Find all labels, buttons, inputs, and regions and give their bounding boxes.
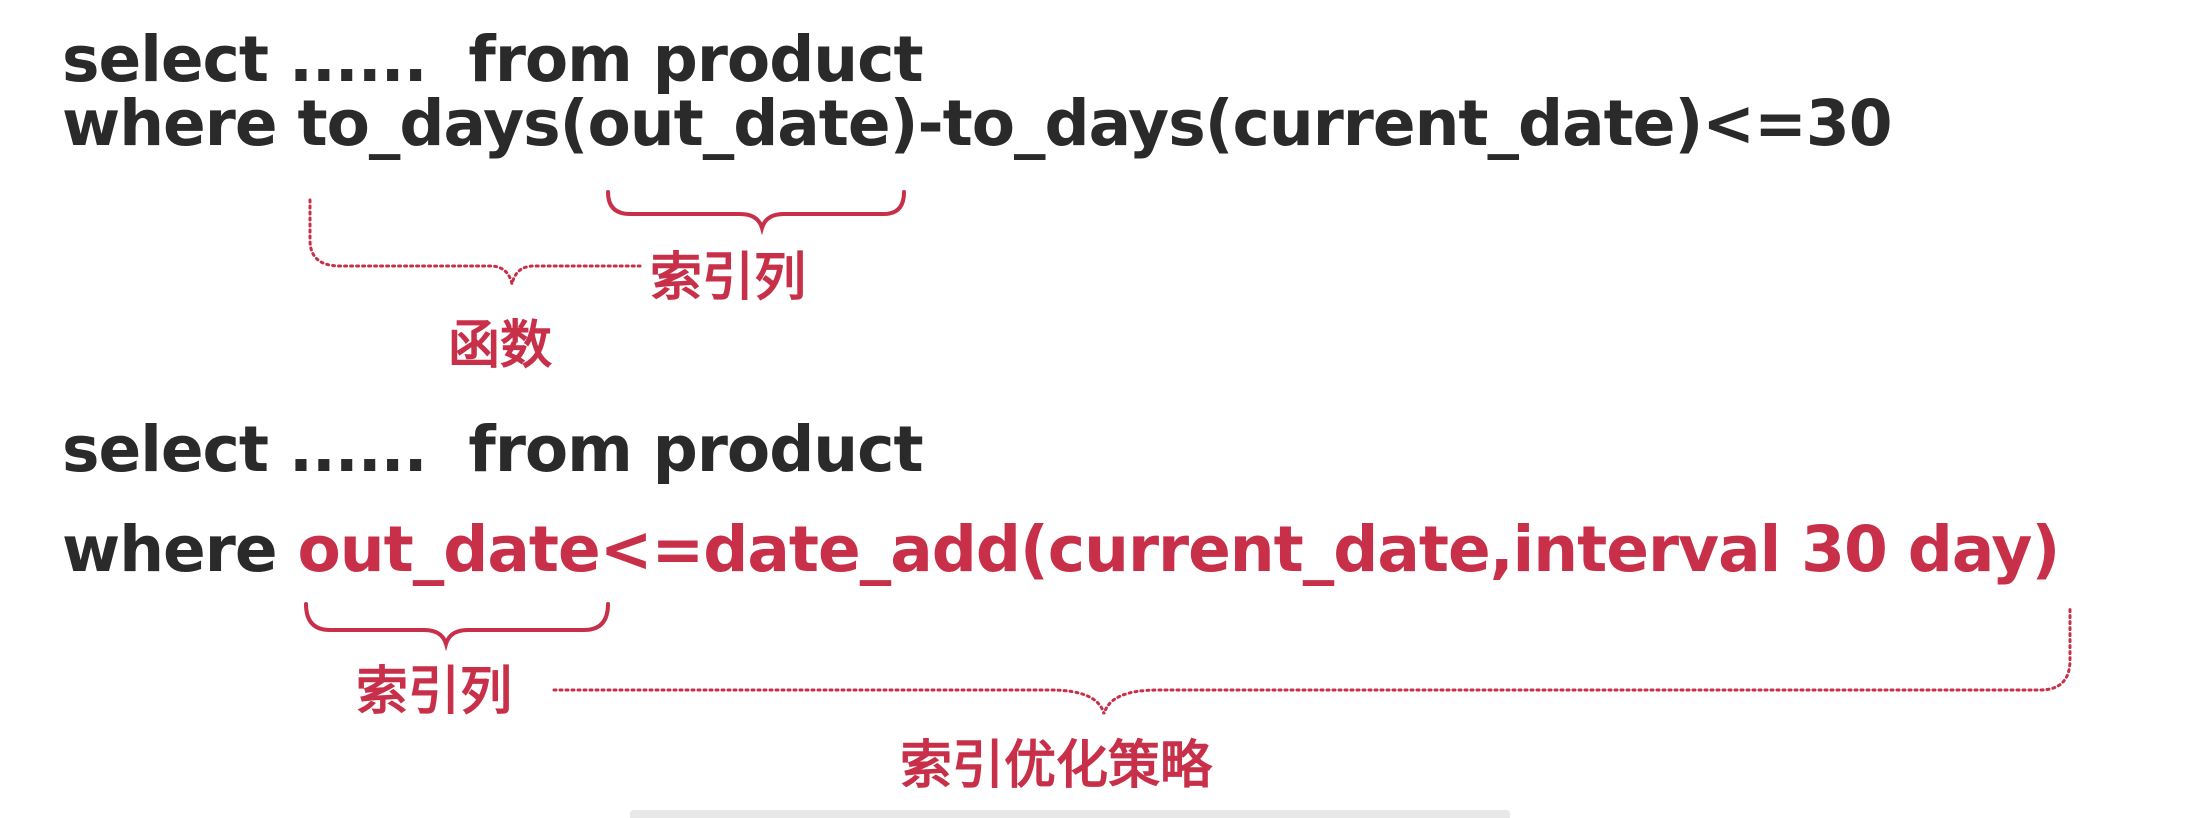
query2-index-column-text: out_date [297,513,601,586]
query1-index-column-brace [606,190,906,236]
query2-strategy-connector [552,604,2072,715]
bottom-scroll-strip [630,810,1510,818]
query1-function-bracket [308,198,642,285]
annotation-lines [304,190,2072,715]
query1-function-label: 函数 [448,316,553,376]
query2-index-column-brace [304,602,610,652]
query2-where-line: where out_date<=date_add(current_date,in… [62,518,2060,581]
query2-index-column-label: 索引列 [356,662,513,722]
query2-where-keyword: where [62,513,298,586]
query2-strategy-label: 索引优化策略 [900,736,1213,796]
query1-index-column-label: 索引列 [650,248,807,308]
query2-where-rest: <=date_add(current_date,interval 30 day) [599,513,2061,586]
query2-select-line: select ...... from product [62,413,924,486]
